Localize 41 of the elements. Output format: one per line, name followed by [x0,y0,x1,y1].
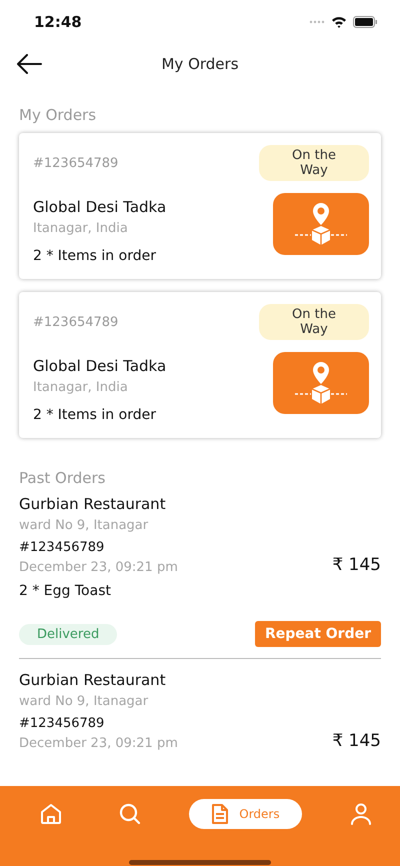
document-icon [211,803,230,825]
back-arrow-icon [16,54,42,74]
status-badge: On the Way [259,304,369,340]
home-icon [39,802,64,826]
location-package-icon [293,360,349,406]
signal-icon [309,20,325,24]
order-number: #123654789 [33,156,118,170]
status-time: 12:48 [34,13,82,31]
restaurant-name: Gurbian Restaurant [19,495,167,513]
track-order-button[interactable] [273,352,369,414]
order-price: ₹ 145 [332,731,381,751]
location-package-icon [293,201,349,247]
order-number: #123654789 [33,314,118,330]
section-heading: Past Orders [19,469,106,487]
restaurant-location: Itanagar, India [33,380,129,395]
track-order-button[interactable] [273,193,369,255]
restaurant-location: Itanagar, India [33,221,129,236]
status-badge: Delivered [19,624,118,644]
restaurant-name: Global Desi Tadka [33,198,166,216]
order-number: #123456789 [19,540,106,555]
back-button[interactable] [14,52,44,76]
order-number: #123456789 [19,716,106,731]
items-count: 2 * Items in order [33,248,157,264]
items-count: 2 * Items in order [33,407,157,423]
order-date: December 23, 09:21 pm [19,560,178,575]
status-badge: On the Way [259,145,369,181]
restaurant-name: Global Desi Tadka [33,357,166,375]
battery-icon [353,16,378,28]
person-icon [348,802,373,826]
order-items: 2 * Egg Toast [19,583,112,599]
restaurant-address: ward No 9, Itanagar [19,694,150,709]
restaurant-address: ward No 9, Itanagar [19,518,150,533]
wifi-icon [331,16,347,28]
search-icon [118,802,142,826]
order-card[interactable]: #123654789 On the Way Global Desi Tadka Itanagar, India 2 * Items in order [19,292,381,438]
section-heading: My Orders [19,106,98,124]
order-date: December 23, 09:21 pm [19,736,178,751]
page-title: My Orders [161,55,239,73]
order-card[interactable]: #123654789 On the Way Global Desi Tadka Itanagar, India 2 * Items in order [19,133,381,279]
order-price: ₹ 145 [332,555,381,575]
restaurant-name: Gurbian Restaurant [19,671,167,689]
